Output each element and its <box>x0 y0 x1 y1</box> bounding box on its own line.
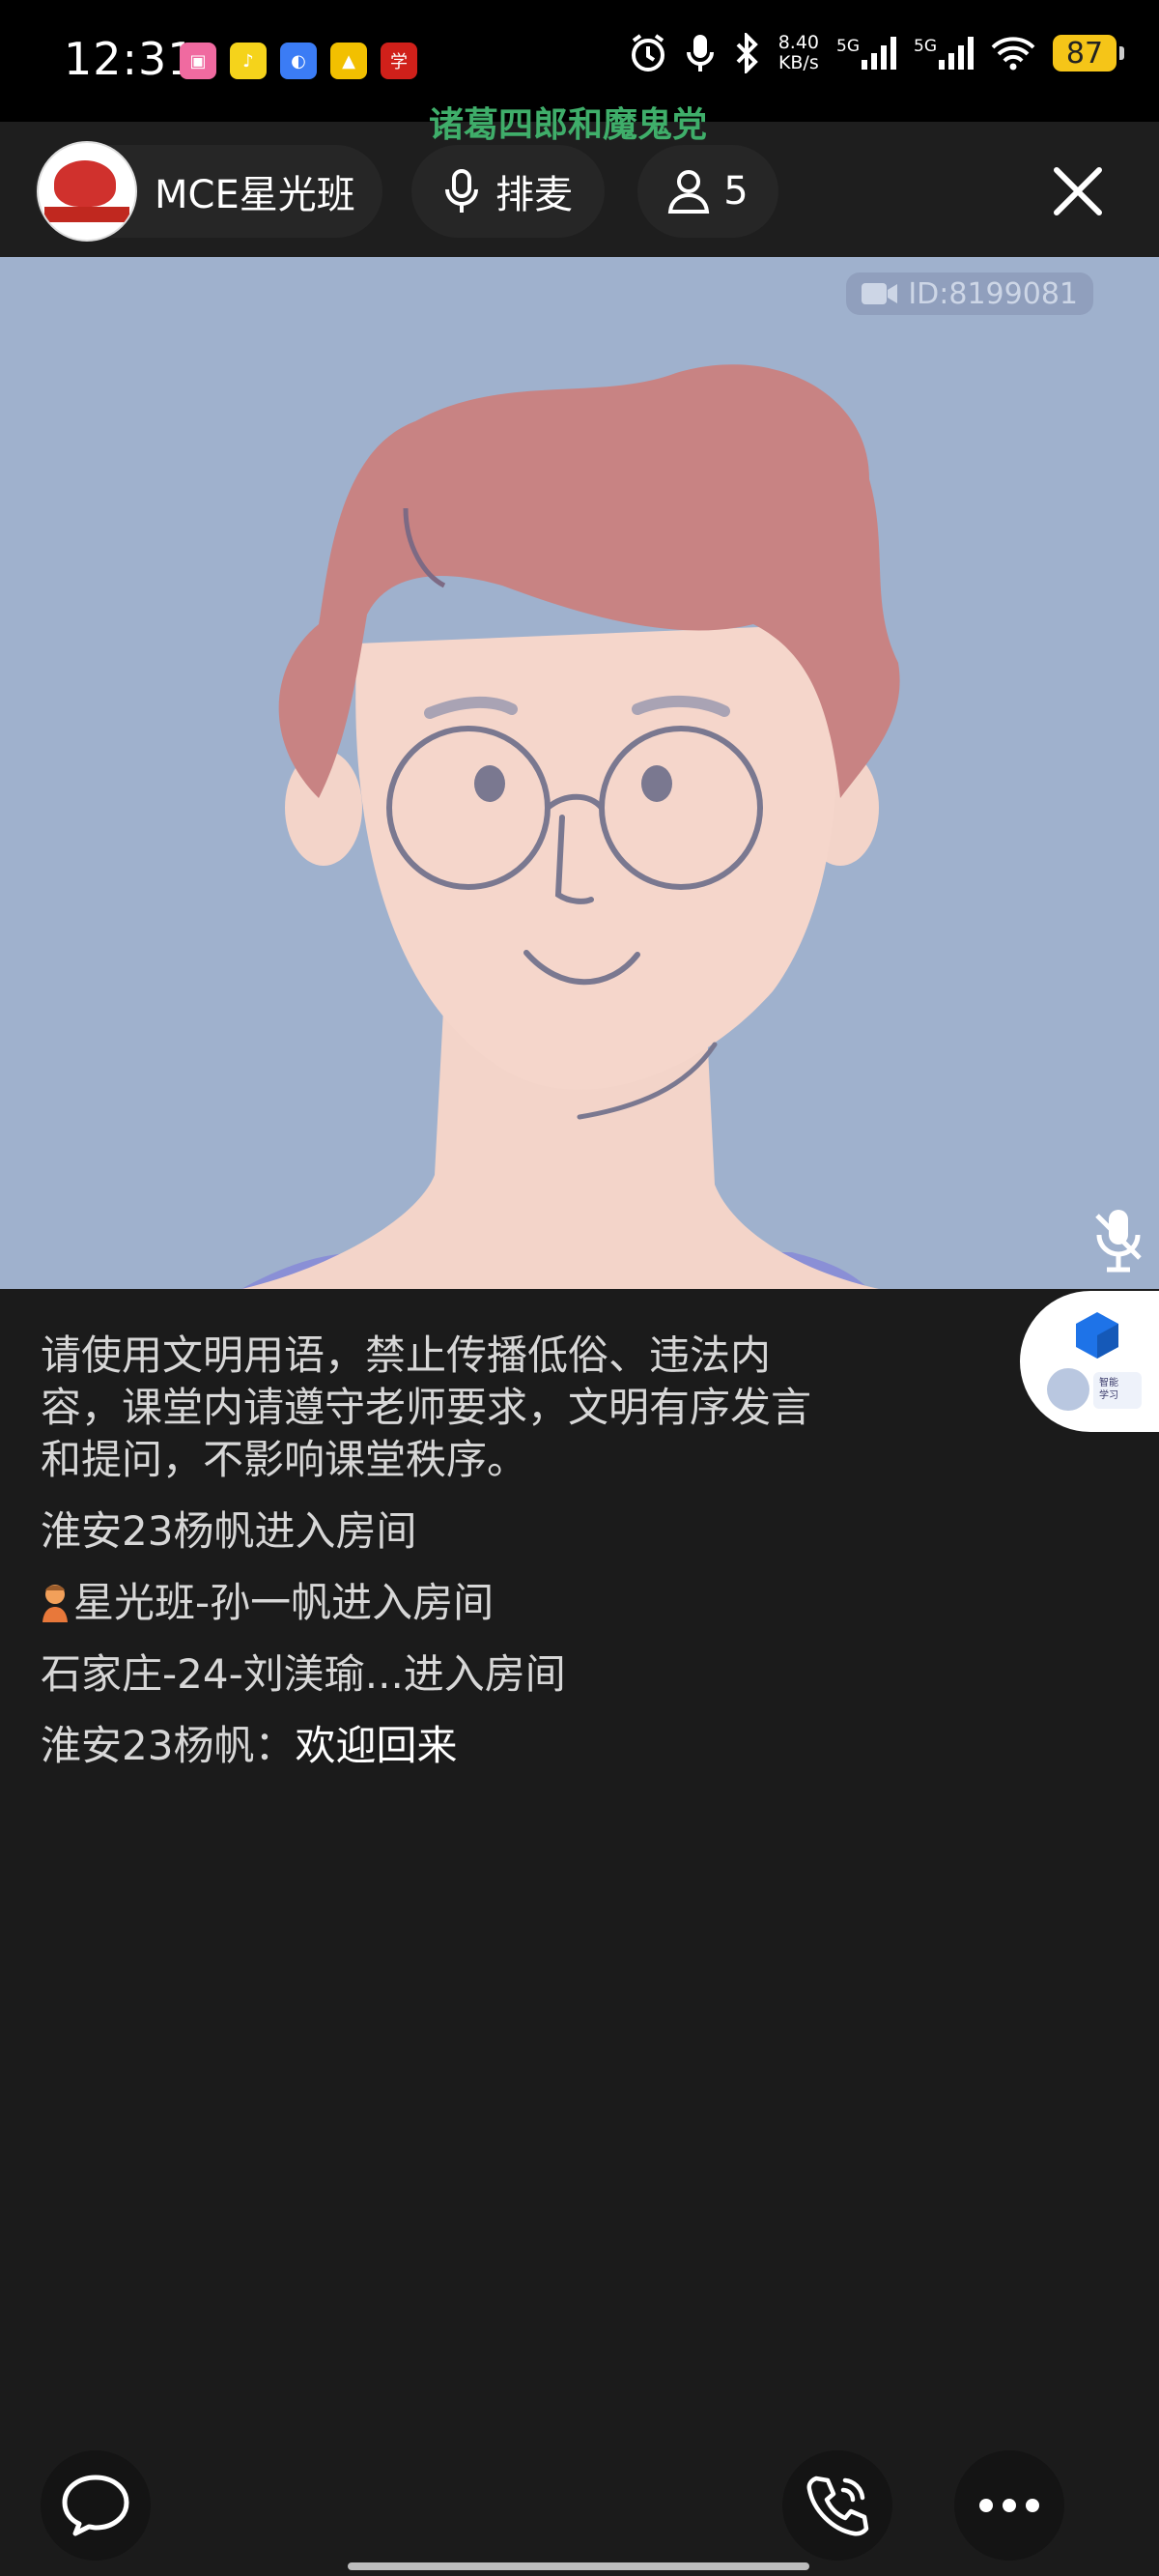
room-rules-notice: 请使用文明用语，禁止传播低俗、违法内容，课堂内请遵守老师要求，文明有序发言和提问… <box>41 1331 812 1483</box>
audience-count: 5 <box>723 169 749 214</box>
student-role-icon <box>42 1585 68 1622</box>
phone-call-icon <box>806 2476 869 2536</box>
chat-message: 淮安23杨帆进入房间 <box>41 1505 842 1558</box>
room-info-button[interactable]: MCE星光班 <box>35 141 382 242</box>
net-speed: 8.40 KB/s <box>778 33 819 73</box>
notification-app-icons: ▣ ♪ ◐ ▲ 学 <box>180 43 417 79</box>
signal-2-label: 5G <box>914 37 937 56</box>
wifi-icon <box>991 37 1035 71</box>
chat-message-text: 淮安23杨帆进入房间 <box>41 1507 417 1555</box>
battery-indicator: 87 <box>1053 35 1124 72</box>
mic-queue-label: 排麦 <box>495 173 573 217</box>
video-camera-icon <box>862 283 898 304</box>
status-time: 12:31 <box>64 33 197 85</box>
home-indicator[interactable] <box>348 2562 809 2570</box>
chat-message-text: 星光班-孙一帆进入房间 <box>73 1579 495 1626</box>
chat-message: 石家庄-24-刘渼瑜...进入房间 <box>41 1648 842 1701</box>
chat-bubble-icon <box>62 2475 129 2536</box>
qq-music-icon: ♪ <box>230 43 267 79</box>
video-placeholder[interactable]: ID:8199081 <box>0 257 1159 1289</box>
chat-button[interactable] <box>41 2450 151 2561</box>
marquee-text: 诸葛四郎和魔鬼党 <box>429 105 708 145</box>
signal-bars-1-icon <box>862 37 896 70</box>
svg-text:学习: 学习 <box>1099 1388 1118 1401</box>
room-avatar <box>37 141 137 242</box>
microphone-icon <box>445 169 478 213</box>
bluetooth-icon <box>736 33 758 73</box>
signal-1-label: 5G <box>836 37 860 56</box>
mic-queue-button[interactable]: 排麦 <box>411 145 605 238</box>
net-speed-unit: KB/s <box>777 52 819 73</box>
floating-ad-widget[interactable]: 智能 学习 <box>1020 1291 1159 1432</box>
signal-bars-2-icon <box>939 37 974 70</box>
blue-app-icon: ◐ <box>280 43 317 79</box>
svg-text:智能: 智能 <box>1099 1376 1118 1388</box>
close-icon[interactable] <box>1049 162 1107 220</box>
signal-1: 5G <box>836 37 896 70</box>
chat-list: 请使用文明用语，禁止传播低俗、违法内容，课堂内请遵守老师要求，文明有序发言和提问… <box>41 1330 842 1772</box>
system-icons: 8.40 KB/s 5G 5G 87 <box>628 33 1124 73</box>
room-id-badge: ID:8199081 <box>846 272 1093 315</box>
yonghui-icon: ▲ <box>330 43 367 79</box>
more-button[interactable] <box>954 2450 1064 2561</box>
alarm-icon <box>631 34 664 72</box>
call-button[interactable] <box>782 2450 892 2561</box>
crab-logo-icon <box>54 160 116 207</box>
room-id: ID:8199081 <box>908 276 1078 311</box>
xuexi-icon: 学 <box>381 43 417 79</box>
more-dots-icon <box>979 2499 1039 2512</box>
bilibili-icon: ▣ <box>180 43 216 79</box>
chat-message: 淮安23杨帆： 欢迎回来 <box>41 1720 842 1772</box>
cube-logo-icon: 智能 学习 <box>1047 1312 1142 1411</box>
audience-count-button[interactable]: 5 <box>637 145 778 238</box>
room-name: MCE星光班 <box>155 173 355 217</box>
muted-microphone-icon[interactable] <box>1091 1206 1145 1274</box>
chat-sender: 淮安23杨帆： <box>41 1722 296 1769</box>
person-icon <box>668 170 710 214</box>
chat-message-text: 石家庄-24-刘渼瑜...进入房间 <box>41 1650 566 1698</box>
signal-2: 5G <box>914 37 974 70</box>
chat-message: 星光班-孙一帆进入房间 <box>41 1577 842 1629</box>
cartoon-avatar-illustration <box>241 364 900 1289</box>
avatar-banner <box>44 207 129 222</box>
microphone-status-icon <box>686 35 714 72</box>
chat-message-text: 欢迎回来 <box>295 1722 458 1769</box>
net-speed-value: 8.40 <box>777 32 819 53</box>
